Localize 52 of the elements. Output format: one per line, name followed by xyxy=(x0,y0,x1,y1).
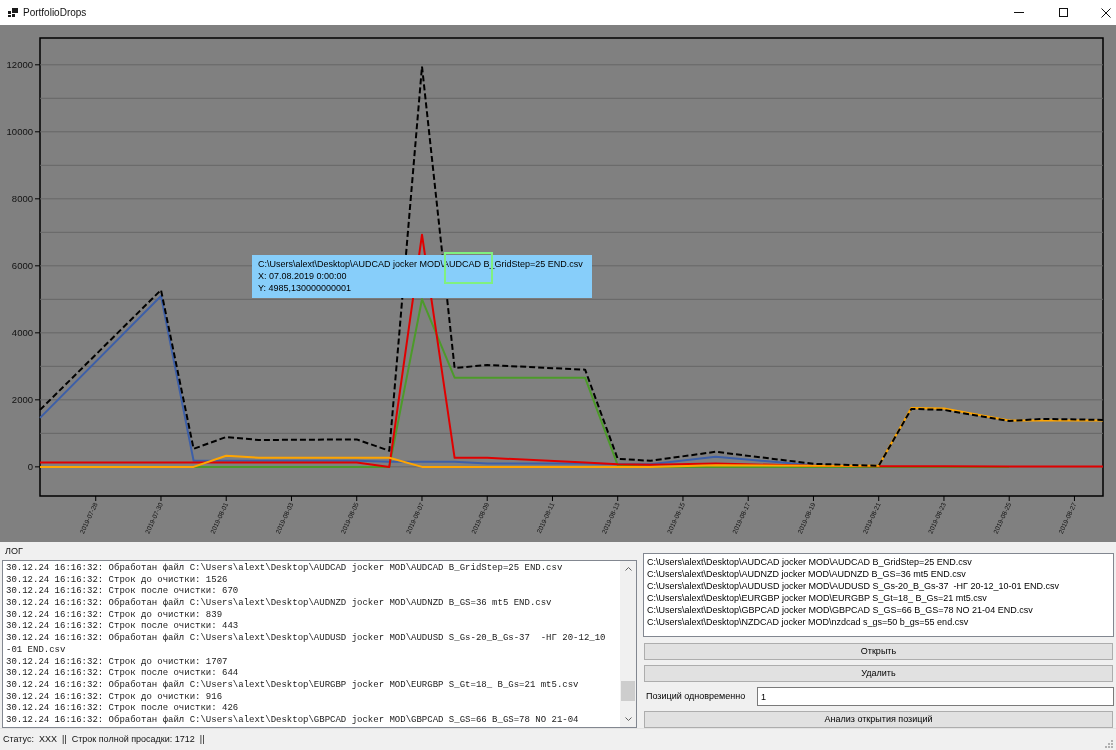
status-text: XXX xyxy=(38,732,57,746)
tooltip-text: X: 07.08.2019 0:00:00 xyxy=(258,270,347,282)
scrollbar-thumb[interactable] xyxy=(621,681,635,701)
status-text: || xyxy=(61,732,67,746)
log-line: 30.12.24 16:16:32: Строк после очистки: 426 xyxy=(6,703,240,715)
axis-label: 10000 xyxy=(6,126,33,138)
log-textbox[interactable] xyxy=(2,560,637,728)
log-line: 30.12.24 16:16:32: Строк до очистки: 839 xyxy=(6,609,224,622)
axis-label: 8000 xyxy=(11,193,33,205)
list-item[interactable]: C:\Users\alext\Desktop\AUDCAD jocker MOD\AUDCAD B_GridStep=25 END.csv xyxy=(647,556,972,568)
delete-button[interactable]: Удалить xyxy=(644,665,1113,682)
log-line: 30.12.24 16:16:32: Обработан файл C:\Users\alext\Desktop\AUDCAD jocker MOD\AUDCAD B_GridStep=25 END.csv xyxy=(6,563,564,575)
axis-label: 0 xyxy=(27,461,33,473)
status-text: Статус: xyxy=(3,732,34,746)
log-line: 30.12.24 16:16:32: Строк до очистки: 1707 xyxy=(6,656,229,669)
app-icon xyxy=(8,8,18,17)
window-title: PortfolioDrops xyxy=(23,6,87,20)
axis-label: 2000 xyxy=(11,394,33,406)
log-line: 30.12.24 16:16:32: Строк после очистки: 670 xyxy=(6,586,240,598)
log-line: 30.12.24 16:16:32: Обработан файл C:\Users\alext\Desktop\GBPCAD jocker MOD\GBPCAD S_GS=66 B_GS=78 NO 21-04 xyxy=(6,714,580,727)
log-line: 30.12.24 16:16:32: Строк до очистки: 1526 xyxy=(6,574,229,587)
log-line: 30.12.24 16:16:32: Обработан файл C:\Users\alext\Desktop\AUDUSD jocker MOD\AUDUSD S_Gs-20_B_Gs-37 -НГ 20-12_10-01 END.csv xyxy=(6,633,607,657)
tooltip-text: C:\Users\alext\Desktop\AUDCAD jocker MOD\AUDCAD B_GridStep=25 END.csv xyxy=(258,258,583,270)
list-item[interactable]: C:\Users\alext\Desktop\EURGBP jocker MOD\EURGBP S_Gt=18_ B_Gs=21 mt5.csv xyxy=(647,592,987,604)
file-listbox[interactable] xyxy=(643,553,1114,637)
log-line: 30.12.24 16:16:32: Строк после очистки: 644 xyxy=(6,668,240,680)
minimize-icon xyxy=(1013,12,1024,13)
log-line: 30.12.24 16:16:32: Обработан файл C:\Users\alext\Desktop\EURGBP jocker MOD\EURGBP S_Gt=18_ B_Gs=21 mt5.csv xyxy=(6,679,580,692)
resize-grip-icon xyxy=(1104,739,1113,748)
scrollbar[interactable] xyxy=(620,561,636,727)
chevron-up-icon xyxy=(624,567,632,571)
chevron-down-icon xyxy=(624,717,632,721)
log-line: 30.12.24 16:16:32: Строк после очистки: 443 xyxy=(6,621,240,633)
list-item[interactable]: C:\Users\alext\Desktop\GBPCAD jocker MOD\GBPCAD S_GS=66 B_GS=78 NO 21-04 END.csv xyxy=(647,604,1033,616)
list-item[interactable]: C:\Users\alext\Desktop\AUDNZD jocker MOD\AUDNZD B_GS=36 mt5 END.csv xyxy=(647,568,966,580)
field-label: Позиций одновременно xyxy=(646,689,747,703)
tooltip-text: Y: 4985,130000000001 xyxy=(258,282,352,294)
close-icon xyxy=(1101,7,1111,18)
open-button[interactable]: Открыть xyxy=(644,643,1113,660)
list-item[interactable]: C:\Users\alext\Desktop\AUDUSD jocker MOD\AUDUSD S_Gs-20_B_Gs-37 -НГ 20-12_10-01 END.csv xyxy=(647,580,1059,592)
log-line: 30.12.24 16:16:32: Обработан файл C:\Users\alext\Desktop\AUDNZD jocker MOD\AUDNZD B_GS=36 mt5 END.csv xyxy=(6,598,553,610)
analyze-button[interactable]: Анализ открытия позиций xyxy=(644,711,1113,728)
status-text: Строк полной просадки: 1712 xyxy=(71,732,195,746)
log-line: 30.12.24 16:16:32: Строк до очистки: 916 xyxy=(6,691,224,704)
axis-label: 12000 xyxy=(6,59,33,71)
list-item[interactable]: C:\Users\alext\Desktop\NZDCAD jocker MOD\nzdcad s_gs=50 b_gs=55 end.csv xyxy=(647,616,969,628)
axis-label: 6000 xyxy=(11,260,33,272)
status-text: || xyxy=(199,732,205,746)
axis-label: 4000 xyxy=(11,327,33,339)
maximize-icon xyxy=(1059,8,1068,17)
positions-input[interactable]: 1 xyxy=(757,687,1114,706)
group-title: ЛОГ xyxy=(5,546,23,556)
